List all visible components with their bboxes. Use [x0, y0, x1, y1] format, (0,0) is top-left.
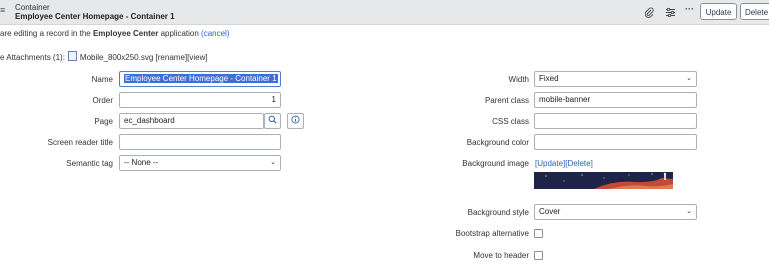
info-prefix: are editing a record in the: [0, 29, 91, 38]
order-field[interactable]: 1: [119, 92, 281, 108]
background-image-update-link[interactable]: [Update]: [535, 159, 565, 168]
info-app-name: Employee Center: [92, 29, 159, 38]
width-select[interactable]: Fixed ⌄: [534, 71, 697, 87]
css-class-field[interactable]: [534, 113, 697, 129]
background-color-field[interactable]: [534, 134, 697, 150]
background-style-value: Cover: [539, 207, 561, 216]
attachment-view-link[interactable]: [view]: [187, 53, 207, 62]
screen-reader-title-field[interactable]: [119, 134, 281, 150]
background-image-preview[interactable]: [534, 172, 673, 189]
more-icon[interactable]: ···: [685, 4, 694, 14]
semantic-tag-select[interactable]: -- None -- ⌄: [119, 155, 281, 171]
width-label: Width: [508, 75, 529, 84]
screen-reader-title-label: Screen reader title: [47, 138, 113, 147]
background-style-select[interactable]: Cover ⌄: [534, 204, 697, 220]
cancel-link[interactable]: (cancel): [201, 29, 229, 38]
page-search-button[interactable]: [264, 113, 281, 129]
attachment-rename-link[interactable]: [rename]: [156, 53, 188, 62]
chevron-down-icon: ⌄: [686, 75, 692, 82]
info-message: are editing a record in the Employee Cen…: [0, 29, 230, 38]
page-info-button[interactable]: [287, 113, 304, 129]
attachments-row: e Attachments (1): Mobile_800x250.svg [re…: [0, 51, 208, 62]
name-label: Name: [91, 75, 113, 84]
background-style-label: Background style: [467, 208, 529, 217]
semantic-tag-value: -- None --: [124, 158, 159, 167]
info-suffix: application: [160, 29, 199, 38]
attachments-label: e Attachments (1):: [0, 53, 65, 62]
parent-class-field[interactable]: mobile-banner: [534, 92, 697, 108]
page-label: Page: [94, 117, 113, 126]
background-image-actions: [Update][Delete]: [535, 159, 593, 168]
bootstrap-alternative-checkbox[interactable]: [534, 229, 543, 238]
file-icon: [67, 51, 77, 61]
width-value: Fixed: [539, 74, 559, 83]
semantic-tag-label: Semantic tag: [66, 159, 113, 168]
paperclip-icon[interactable]: [644, 7, 654, 20]
chevron-down-icon: ⌄: [270, 159, 276, 166]
record-type: Container: [15, 3, 50, 12]
name-field-value: Employee Center Homepage - Container 1: [124, 74, 278, 83]
update-button[interactable]: Update: [700, 3, 737, 20]
form-header: ≡ Container Employee Center Homepage - C…: [0, 0, 769, 25]
attachment-file-name[interactable]: Mobile_800x250.svg: [80, 53, 153, 62]
record-title: Employee Center Homepage - Container 1: [15, 12, 175, 21]
background-image-delete-link[interactable]: [Delete]: [565, 159, 593, 168]
chevron-down-icon: ⌄: [686, 208, 692, 215]
name-field[interactable]: Employee Center Homepage - Container 1: [119, 71, 281, 87]
menu-icon[interactable]: ≡: [0, 5, 5, 15]
bootstrap-alternative-label: Bootstrap alternative: [455, 229, 529, 238]
search-icon: [268, 115, 277, 126]
parent-class-label: Parent class: [484, 96, 529, 105]
css-class-label: CSS class: [492, 117, 529, 126]
page-field[interactable]: ec_dashboard: [119, 113, 264, 129]
info-icon: [291, 115, 300, 126]
sliders-icon[interactable]: [665, 7, 676, 20]
background-image-label: Background image: [462, 159, 529, 168]
move-to-header-checkbox[interactable]: [534, 251, 543, 260]
delete-button[interactable]: Delete: [740, 3, 769, 20]
move-to-header-label: Move to header: [473, 251, 529, 260]
order-label: Order: [92, 96, 113, 105]
background-color-label: Background color: [466, 138, 529, 147]
